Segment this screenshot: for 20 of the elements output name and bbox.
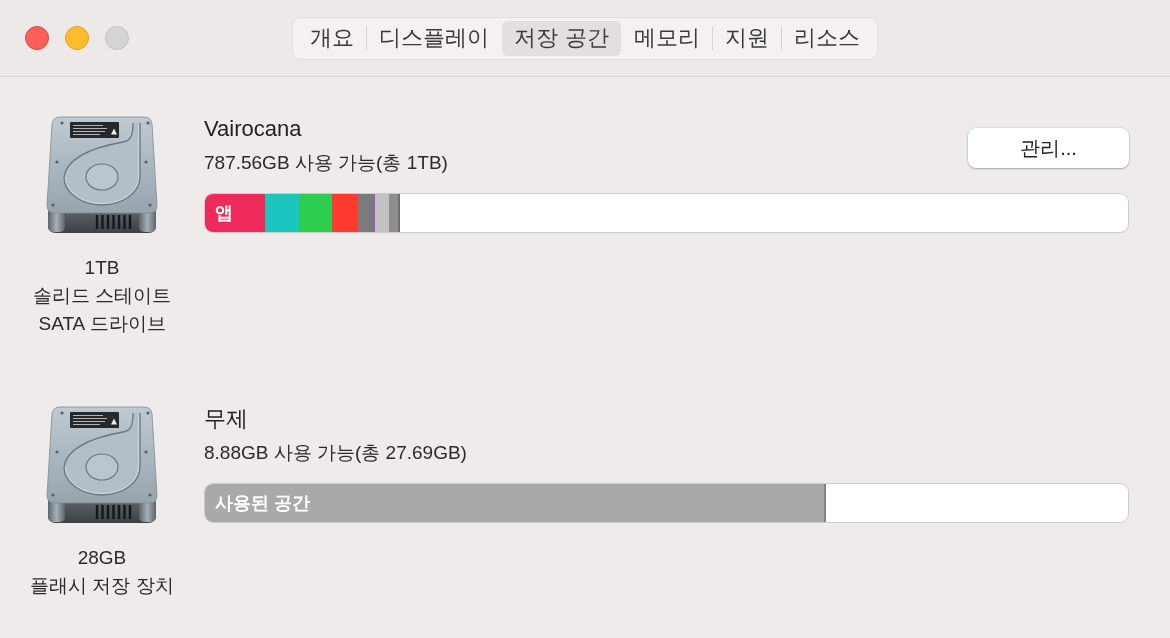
drive-caption: 플래시 저장 장치 <box>30 574 174 598</box>
close-button[interactable] <box>25 26 49 50</box>
drive-caption: SATA 드라이브 <box>37 312 167 336</box>
usage-segment: 앱 <box>205 194 265 232</box>
tab[interactable]: 디스플레이 <box>367 20 502 56</box>
available-space-text: 8.88GB 사용 가능(총 27.69GB) <box>204 441 467 465</box>
volume-name: Vairocana <box>204 115 303 143</box>
volume-name: 무제 <box>204 405 249 433</box>
tab[interactable]: 지원 <box>712 20 781 56</box>
drive-caption: 28GB <box>76 546 128 570</box>
drive-caption: 1TB <box>83 256 121 280</box>
minimize-button[interactable] <box>65 26 89 50</box>
tab[interactable]: 리소스 <box>781 20 872 56</box>
tab[interactable]: 저장 공간 <box>502 20 621 56</box>
manage-button[interactable]: 관리... <box>968 128 1129 168</box>
usage-segment: 사용된 공간 <box>205 484 827 522</box>
tab[interactable]: 개요 <box>298 20 367 56</box>
drive-caption: 솔리드 스테이트 <box>32 284 172 308</box>
tab[interactable]: 메모리 <box>621 20 712 56</box>
available-space-text: 787.56GB 사용 가능(총 1TB) <box>204 151 448 175</box>
